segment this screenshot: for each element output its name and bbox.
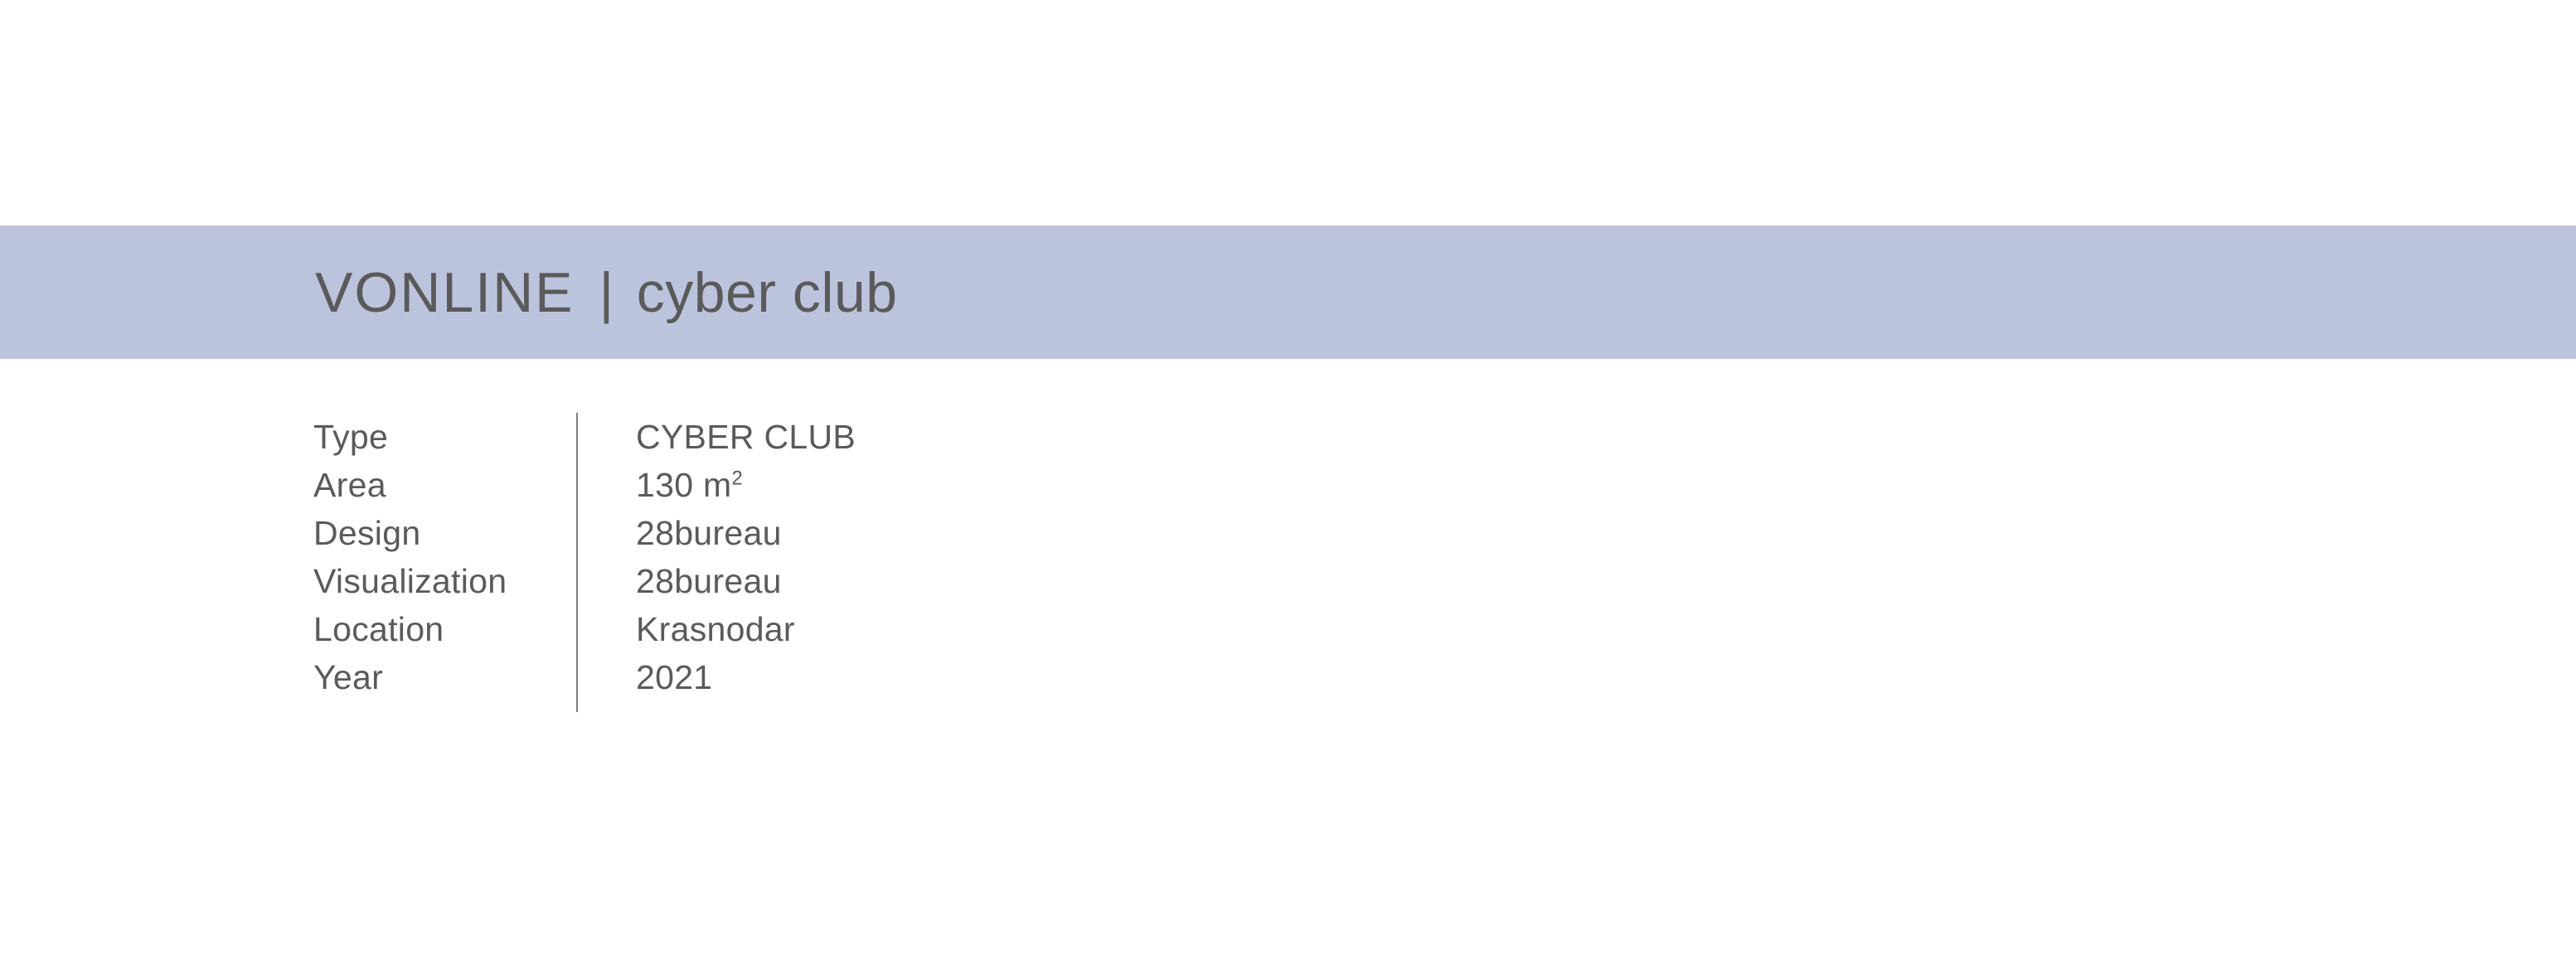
spec-value-column: CYBER CLUB 130 m2 28bureau 28bureau Kras…	[578, 413, 856, 712]
spec-value-design-text: 28bureau	[636, 514, 782, 552]
spec-value-year: 2021	[636, 653, 856, 701]
spec-label-visualization: Visualization	[313, 562, 507, 600]
spec-value-location: Krasnodar	[636, 605, 856, 653]
spec-value-area-superscript: 2	[731, 467, 743, 490]
spec-label-design: Design	[313, 514, 421, 552]
title-separator: |	[599, 260, 615, 324]
spec-label-year: Year	[313, 658, 384, 696]
spec-value-type: CYBER CLUB	[636, 413, 856, 461]
page-title: VONLINE | cyber club	[315, 264, 898, 321]
spec-value-area: 130 m2	[636, 461, 856, 509]
spec-label-location: Location	[313, 610, 444, 648]
brand-name: VONLINE	[315, 260, 575, 324]
spec-value-design: 28bureau	[636, 509, 856, 557]
spec-value-type-text: CYBER CLUB	[636, 418, 856, 456]
spec-value-year-text: 2021	[636, 658, 713, 696]
spec-value-visualization-text: 28bureau	[636, 562, 782, 600]
spec-label-column: Type Area Design Visualization Location …	[313, 413, 576, 712]
project-subject: cyber club	[636, 260, 898, 324]
project-info-page: VONLINE | cyber club Type Area Design Vi…	[0, 0, 2576, 979]
spec-table: Type Area Design Visualization Location …	[313, 413, 856, 712]
spec-value-visualization: 28bureau	[636, 557, 856, 605]
spec-value-area-text: 130 m	[636, 466, 732, 504]
spec-label-type: Type	[313, 418, 389, 456]
spec-value-location-text: Krasnodar	[636, 610, 795, 648]
title-band: VONLINE | cyber club	[0, 225, 2576, 359]
spec-label-area: Area	[313, 466, 386, 504]
